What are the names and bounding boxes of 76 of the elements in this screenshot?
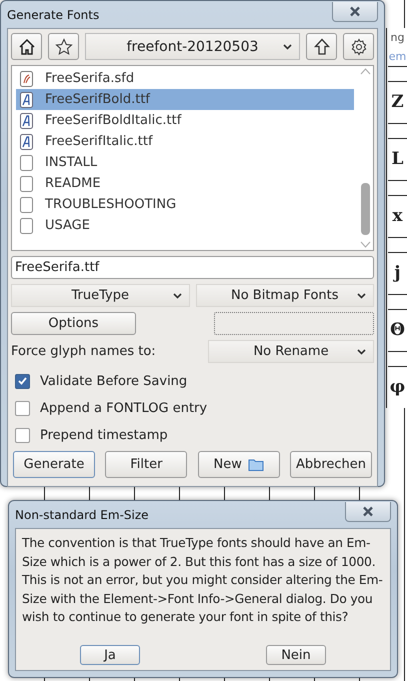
header-text: ng — [390, 30, 404, 46]
file-name: FreeSerifa.sfd — [45, 71, 134, 86]
file-item[interactable]: FreeSerifa.sfd — [16, 68, 354, 89]
file-name: USAGE — [45, 218, 90, 233]
file-item[interactable]: FreeSerifBold.ttf — [16, 89, 354, 110]
directory-dropdown[interactable]: freefont-20120503 — [85, 33, 300, 60]
file-name: FreeSerifBoldItalic.ttf — [45, 113, 182, 128]
format-dropdown[interactable]: TrueType — [11, 284, 190, 307]
scrollbar-thumb[interactable] — [361, 183, 370, 235]
header-text: em — [388, 49, 406, 65]
checkbox-label: Append a FONTLOG entry — [40, 400, 208, 416]
file-item[interactable]: USAGE — [16, 215, 354, 236]
checkbox[interactable] — [15, 374, 30, 388]
glyph[interactable]: L — [392, 139, 404, 179]
settings-button[interactable] — [343, 33, 374, 60]
glyph[interactable]: j — [394, 253, 401, 293]
close-button[interactable] — [345, 502, 391, 522]
home-icon — [18, 38, 36, 56]
window-title: Non-standard Em-Size — [15, 508, 149, 522]
file-item[interactable]: README — [16, 173, 354, 194]
caret-icon — [283, 44, 292, 50]
bookmark-button[interactable] — [48, 33, 79, 60]
font-file-icon — [20, 134, 33, 150]
dialog-button[interactable]: Abbrechen — [290, 451, 372, 478]
file-item[interactable]: FreeSerifItalic.ttf — [16, 131, 354, 152]
file-icon — [20, 154, 33, 170]
close-icon — [349, 6, 361, 16]
glyph[interactable]: φ — [390, 367, 406, 407]
document-icon — [20, 70, 33, 86]
checkbox[interactable] — [15, 428, 30, 442]
glyph[interactable]: x — [392, 196, 403, 236]
font-file-icon — [20, 112, 33, 128]
options-button[interactable]: Options — [11, 312, 136, 335]
dialog-button[interactable]: Generate — [13, 451, 95, 478]
star-icon — [54, 38, 72, 56]
force-glyph-label: Force glyph names to: — [11, 344, 157, 359]
bitmap-dropdown[interactable]: No Bitmap Fonts — [196, 284, 374, 307]
font-file-icon — [20, 92, 33, 108]
glyph[interactable]: Θ — [390, 310, 405, 350]
file-name: TROUBLESHOOTING — [45, 197, 176, 212]
dialog-button[interactable]: Filter — [105, 451, 188, 478]
file-item[interactable]: FreeSerifBoldItalic.ttf — [16, 110, 354, 131]
close-button[interactable] — [332, 2, 378, 22]
close-icon — [362, 506, 374, 516]
folder-icon — [248, 458, 264, 470]
file-name: README — [45, 176, 101, 191]
file-name: FreeSerifItalic.ttf — [45, 134, 153, 149]
checkbox-label: Validate Before Saving — [40, 374, 188, 388]
caret-icon — [357, 292, 366, 298]
file-item[interactable]: INSTALL — [16, 152, 354, 173]
rename-dropdown[interactable]: No Rename — [208, 340, 374, 363]
file-name: FreeSerifBold.ttf — [45, 92, 150, 107]
caret-icon — [357, 348, 366, 354]
alert-message: The convention is that TrueType fonts should have an Em-Size which is a power of 2. But this font has a size of 1000. This is not an error, but you might consider altering the Em-Size with the Element->Font Info->General dialog. Do you wish to continue to generate your font in spite of this? — [21, 534, 384, 626]
checkmark-icon — [18, 377, 27, 385]
dialog-button[interactable]: Ja — [80, 645, 140, 665]
home-button[interactable] — [11, 33, 42, 60]
filename-field[interactable]: FreeSerifa.ttf — [11, 256, 374, 279]
file-icon — [20, 218, 33, 234]
file-icon — [20, 176, 33, 192]
file-name: INSTALL — [45, 155, 98, 170]
up-arrow-icon — [314, 38, 330, 56]
up-button[interactable] — [306, 33, 337, 60]
file-item[interactable]: TROUBLESHOOTING — [16, 194, 354, 215]
window-title: Generate Fonts — [7, 8, 100, 22]
glyph[interactable]: Z — [391, 82, 404, 122]
checkbox-label: Prepend timestamp — [40, 428, 168, 442]
scroll-down-icon — [360, 241, 371, 248]
scroll-up-icon — [360, 68, 371, 75]
checkbox[interactable] — [15, 400, 30, 416]
dialog-button[interactable]: New — [198, 451, 280, 478]
caret-icon — [172, 292, 182, 298]
settings-icon — [350, 38, 368, 56]
file-icon — [20, 196, 33, 212]
dialog-button[interactable]: Nein — [266, 645, 326, 665]
scrollbar[interactable] — [358, 66, 373, 250]
